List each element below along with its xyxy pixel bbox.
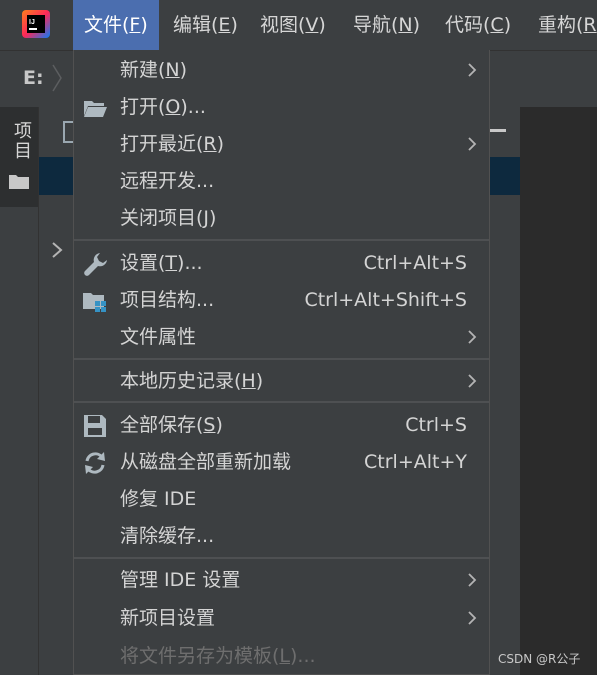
folder-icon	[9, 175, 29, 189]
menu-code[interactable]: 代码(C)	[434, 0, 522, 50]
expand-arrow-icon[interactable]	[51, 241, 63, 259]
menu-item-project-structure[interactable]: 项目结构... Ctrl+Alt+Shift+S	[74, 282, 489, 319]
menu-refactor[interactable]: 重构(R	[527, 0, 597, 50]
submenu-arrow-icon	[468, 611, 477, 625]
submenu-arrow-icon	[468, 137, 477, 151]
shortcut-label: Ctrl+Alt+Y	[364, 451, 467, 473]
watermark: CSDN @R公子	[498, 652, 581, 666]
submenu-arrow-icon	[468, 374, 477, 388]
menu-item-manage-ide-settings[interactable]: 管理 IDE 设置	[74, 562, 489, 599]
menu-item-save-as-template: 将文件另存为模板(L)...	[120, 645, 316, 667]
menu-item-close-project[interactable]: 关闭项目(J)	[74, 200, 489, 237]
menu-bar: IJ 文件(F) 编辑(E) 视图(V) 导航(N) 代码(C) 重构(R	[0, 0, 597, 50]
menu-item-invalidate-caches[interactable]: 清除缓存...	[74, 518, 489, 555]
project-tool-button[interactable]: 项目	[0, 107, 38, 207]
menu-item-save-all[interactable]: 全部保存(S) Ctrl+S	[74, 407, 489, 444]
chevron-right-icon	[52, 64, 62, 92]
shortcut-label: Ctrl+Alt+Shift+S	[304, 289, 467, 311]
folder-open-icon	[84, 101, 107, 117]
tool-window-strip: 项目	[0, 107, 39, 675]
menu-item-file-properties[interactable]: 文件属性	[74, 319, 489, 356]
minimize-icon[interactable]	[490, 129, 506, 132]
menu-file[interactable]: 文件(F)	[73, 0, 159, 50]
project-tool-label: 项目	[11, 121, 32, 161]
shortcut-label: Ctrl+Alt+S	[363, 252, 467, 274]
submenu-arrow-icon	[468, 330, 477, 344]
menu-item-repair-ide[interactable]: 修复 IDE	[74, 481, 489, 518]
wrench-icon	[84, 253, 107, 276]
menu-separator	[74, 401, 489, 403]
submenu-arrow-icon	[468, 63, 477, 77]
intellij-logo-icon[interactable]: IJ	[22, 10, 50, 38]
submenu-arrow-icon	[468, 573, 477, 587]
editor-area	[520, 107, 597, 675]
shortcut-label: Ctrl+S	[405, 414, 467, 436]
menu-item-open[interactable]: 打开(O)...	[74, 89, 489, 126]
menu-separator	[74, 239, 489, 241]
file-menu-dropdown: 新建(N) 打开(O)... 打开最近(R) 远程开发... 关闭项目(J) 设…	[73, 50, 490, 675]
menu-item-new[interactable]: 新建(N)	[74, 52, 489, 89]
menu-separator	[74, 358, 489, 360]
menu-item-new-project-settings[interactable]: 新项目设置	[74, 600, 489, 637]
project-structure-icon	[83, 293, 106, 312]
breadcrumb-drive[interactable]: E:	[23, 67, 44, 89]
menu-item-settings[interactable]: 设置(T)... Ctrl+Alt+S	[74, 245, 489, 282]
menu-item-reload-from-disk[interactable]: 从磁盘全部重新加载 Ctrl+Alt+Y	[74, 444, 489, 481]
menu-edit[interactable]: 编辑(E)	[162, 0, 249, 50]
menu-item-open-recent[interactable]: 打开最近(R)	[74, 126, 489, 163]
menu-navigate[interactable]: 导航(N)	[342, 0, 431, 50]
reload-icon	[85, 452, 105, 474]
menu-view[interactable]: 视图(V)	[249, 0, 337, 50]
svg-text:IJ: IJ	[29, 19, 35, 26]
menu-item-local-history[interactable]: 本地历史记录(H)	[74, 363, 489, 400]
menu-separator	[74, 557, 489, 559]
save-icon	[84, 415, 106, 437]
menu-item-remote-development[interactable]: 远程开发...	[74, 163, 489, 200]
